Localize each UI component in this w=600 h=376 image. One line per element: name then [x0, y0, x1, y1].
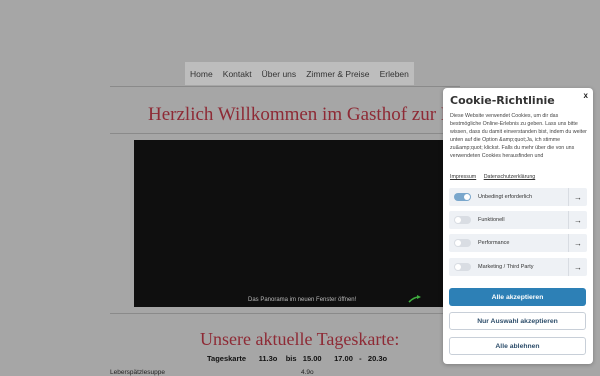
cookie-title: Cookie-Richtlinie — [450, 94, 555, 107]
menu-label: Tageskarte — [207, 354, 247, 363]
time-end-2: 20.3o — [367, 354, 388, 363]
divider — [110, 133, 460, 134]
reject-all-button[interactable]: Alle ablehnen — [449, 337, 586, 355]
daily-menu-hours: Tageskarte 11.3o bis 15.00 17.00 - 20.3o — [207, 354, 387, 363]
category-performance: Performance → — [449, 234, 587, 252]
cookie-links: Impressum Datenschutzerklärung — [450, 174, 541, 180]
category-functional: Funktionell → — [449, 211, 587, 229]
category-marketing: Marketing / Third Party → — [449, 258, 587, 276]
toggle-functional[interactable] — [454, 216, 471, 224]
open-arrow-icon[interactable] — [408, 294, 422, 304]
category-label: Performance — [478, 240, 510, 246]
nav-home[interactable]: Home — [186, 69, 217, 79]
accept-all-button[interactable]: Alle akzeptieren — [449, 288, 586, 306]
time-start-2: 17.00 — [334, 354, 353, 363]
toggle-marketing[interactable] — [454, 263, 471, 271]
arrow-right-icon[interactable]: → — [568, 234, 587, 252]
dash-label: - — [359, 354, 362, 363]
category-label: Unbedingt erforderlich — [478, 194, 533, 200]
nav-zimmer-preise[interactable]: Zimmer & Preise — [302, 69, 373, 79]
toggle-required[interactable] — [454, 193, 471, 201]
privacy-link[interactable]: Datenschutzerklärung — [484, 174, 536, 180]
welcome-heading: Herzlich Willkommen im Gasthof zur Pos — [148, 104, 469, 125]
arrow-right-icon[interactable]: → — [568, 258, 587, 276]
daily-menu-heading: Unsere aktuelle Tageskarte: — [200, 329, 400, 349]
time-start-1: 11.3o — [258, 354, 278, 363]
panorama-frame[interactable]: Das Panorama im neuen Fenster öffnen! — [134, 140, 444, 307]
arrow-right-icon[interactable]: → — [568, 211, 587, 229]
accept-selection-button[interactable]: Nur Auswahl akzeptieren — [449, 312, 586, 330]
impressum-link[interactable]: Impressum — [450, 174, 476, 180]
divider — [110, 86, 460, 87]
panorama-caption[interactable]: Das Panorama im neuen Fenster öffnen! — [248, 297, 356, 303]
category-label: Marketing / Third Party — [478, 264, 534, 270]
cookie-description: Diese Website verwendet Cookies, um dir … — [450, 113, 587, 159]
time-end-1: 15.00 — [302, 354, 322, 363]
divider — [110, 313, 460, 314]
category-label: Funktionell — [478, 217, 505, 223]
category-required: Unbedingt erforderlich → — [449, 188, 587, 206]
cookie-panel: x Cookie-Richtlinie Diese Website verwen… — [443, 88, 593, 364]
nav-erleben[interactable]: Erleben — [376, 69, 413, 79]
main-nav: Home Kontakt Über uns Zimmer & Preise Er… — [185, 62, 414, 85]
toggle-performance[interactable] — [454, 239, 471, 247]
nav-kontakt[interactable]: Kontakt — [219, 69, 256, 79]
nav-ueber-uns[interactable]: Über uns — [258, 69, 301, 79]
arrow-right-icon[interactable]: → — [568, 188, 587, 206]
close-icon[interactable]: x — [584, 91, 588, 100]
bis-label: bis — [285, 354, 297, 363]
